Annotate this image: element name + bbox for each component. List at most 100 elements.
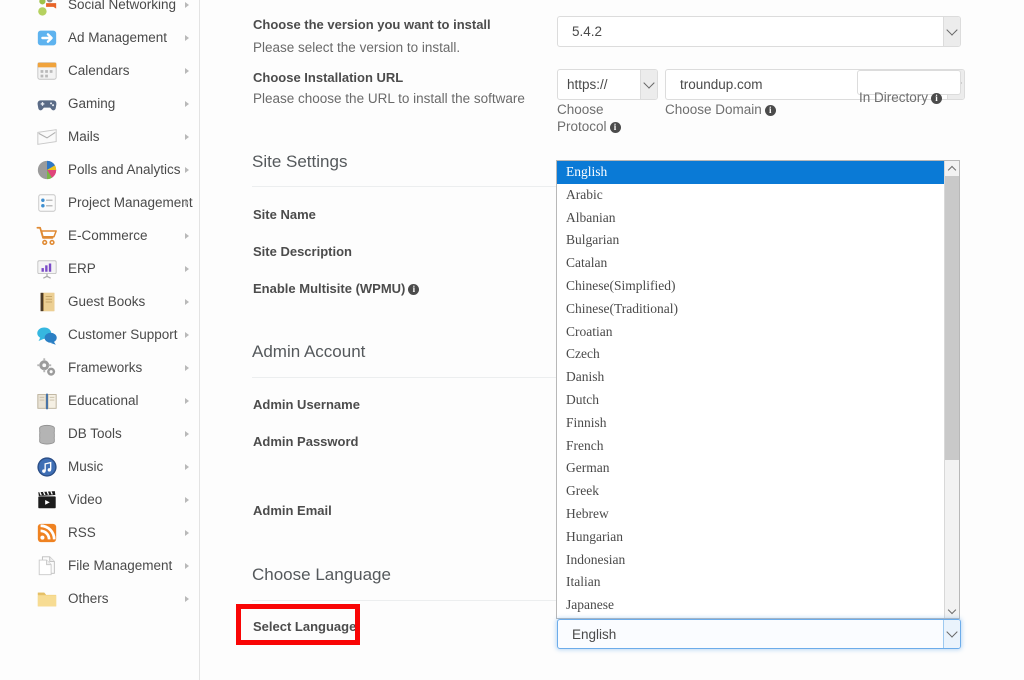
sidebar-item-label: Guest Books (68, 294, 146, 309)
sidebar-item-e-commerce[interactable]: E-Commerce (0, 219, 199, 252)
scroll-down-icon[interactable] (945, 603, 959, 618)
language-option[interactable]: Croatian (557, 321, 959, 344)
language-option[interactable]: Catalan (557, 252, 959, 275)
language-option[interactable]: Chinese(Simplified) (557, 275, 959, 298)
version-select[interactable]: 5.4.2 (557, 16, 961, 47)
language-option[interactable]: Dutch (557, 389, 959, 412)
admin-username-label: Admin Username (253, 397, 360, 412)
site-name-label: Site Name (253, 207, 316, 222)
chevron-right-icon[interactable] (185, 529, 189, 536)
info-icon[interactable]: i (609, 122, 621, 133)
sidebar-item-social-networking[interactable]: Social Networking (0, 0, 199, 21)
sidebar-item-customer-support[interactable]: Customer Support (0, 318, 199, 351)
sidebar-item-gaming[interactable]: Gaming (0, 87, 199, 120)
chevron-right-icon[interactable] (185, 232, 189, 239)
sidebar-item-label: Project Management (68, 195, 193, 210)
sidebar-item-frameworks[interactable]: Frameworks (0, 351, 199, 384)
sidebar-item-label: Mails (68, 129, 100, 144)
info-icon[interactable]: i (764, 105, 776, 116)
chevron-right-icon[interactable] (185, 595, 189, 602)
chevron-right-icon[interactable] (185, 265, 189, 272)
language-option[interactable]: English (557, 161, 959, 184)
chevron-down-icon[interactable] (943, 17, 960, 46)
sidebar-item-project-management[interactable]: Project Management (0, 186, 199, 219)
language-option[interactable]: French (557, 435, 959, 458)
language-option[interactable]: Chinese(Traditional) (557, 298, 959, 321)
database-icon (36, 423, 58, 445)
chevron-down-icon[interactable] (943, 620, 960, 648)
chevron-right-icon[interactable] (185, 496, 189, 503)
sidebar-item-guest-books[interactable]: Guest Books (0, 285, 199, 318)
info-icon[interactable]: i (931, 93, 943, 104)
sidebar-item-label: E-Commerce (68, 228, 148, 243)
language-option[interactable]: Danish (557, 366, 959, 389)
protocol-value: https:// (567, 77, 608, 92)
language-option[interactable]: German (557, 457, 959, 480)
language-dropdown-list[interactable]: English Arabic Albanian Bulgarian Catalan Chi… (556, 160, 960, 619)
language-option[interactable]: Hebrew (557, 503, 959, 526)
sidebar-item-rss[interactable]: RSS (0, 516, 199, 549)
install-url-hint: Please choose the URL to install the sof… (253, 91, 525, 106)
sidebar-item-educational[interactable]: Educational (0, 384, 199, 417)
sidebar-item-mails[interactable]: Mails (0, 120, 199, 153)
language-option[interactable]: Japanese (557, 594, 959, 617)
chevron-right-icon[interactable] (185, 364, 189, 371)
sidebar-item-polls-and-analytics[interactable]: Polls and Analytics (0, 153, 199, 186)
sidebar-item-db-tools[interactable]: DB Tools (0, 417, 199, 450)
gears-icon (36, 357, 58, 379)
info-icon[interactable]: i (408, 284, 420, 295)
language-option[interactable]: Greek (557, 480, 959, 503)
sidebar-item-video[interactable]: Video (0, 483, 199, 516)
documents-icon (36, 555, 58, 577)
language-option[interactable]: Bulgarian (557, 229, 959, 252)
protocol-select[interactable]: https:// (557, 69, 658, 100)
sidebar-item-label: Polls and Analytics (68, 162, 181, 177)
mail-icon (36, 126, 58, 148)
sidebar-item-label: Ad Management (68, 30, 168, 45)
sidebar-item-label: File Management (68, 558, 173, 573)
sidebar-item-file-management[interactable]: File Management (0, 549, 199, 582)
language-option[interactable]: Finnish (557, 412, 959, 435)
speech-bubbles-icon (36, 324, 58, 346)
chevron-right-icon[interactable] (185, 331, 189, 338)
chevron-right-icon[interactable] (185, 430, 189, 437)
chevron-right-icon[interactable] (185, 397, 189, 404)
domain-caption: Choose Domain i (665, 101, 776, 118)
choose-language-heading: Choose Language (252, 565, 391, 584)
chevron-right-icon[interactable] (185, 133, 189, 140)
language-option[interactable]: Albanian (557, 207, 959, 230)
sidebar-item-calendars[interactable]: Calendars (0, 54, 199, 87)
sidebar-item-music[interactable]: Music (0, 450, 199, 483)
enable-multisite-text: Enable Multisite (WPMU) (253, 281, 406, 296)
scrollbar-thumb[interactable] (945, 176, 959, 460)
dropdown-scrollbar[interactable] (944, 161, 959, 618)
sidebar-item-others[interactable]: Others (0, 582, 199, 615)
chevron-right-icon[interactable] (185, 166, 189, 173)
divider (252, 377, 558, 378)
language-option[interactable]: Indonesian (557, 549, 959, 572)
chevron-right-icon[interactable] (185, 100, 189, 107)
version-label: Choose the version you want to install (253, 17, 491, 32)
language-select[interactable]: English (557, 619, 961, 649)
chevron-down-icon[interactable] (640, 70, 657, 99)
language-option[interactable]: Arabic (557, 184, 959, 207)
sidebar-item-label: Video (68, 492, 103, 507)
version-hint: Please select the version to install. (253, 40, 461, 55)
scroll-up-icon[interactable] (945, 161, 959, 176)
chevron-right-icon[interactable] (185, 67, 189, 74)
chevron-right-icon[interactable] (185, 1, 189, 8)
chevron-right-icon[interactable] (185, 562, 189, 569)
book-icon (36, 291, 58, 313)
gamepad-icon (36, 93, 58, 115)
language-option[interactable]: Hungarian (557, 526, 959, 549)
language-option[interactable]: Italian (557, 571, 959, 594)
chevron-right-icon[interactable] (185, 463, 189, 470)
sidebar-item-ad-management[interactable]: Ad Management (0, 21, 199, 54)
chevron-right-icon[interactable] (185, 34, 189, 41)
language-option[interactable]: Czech (557, 343, 959, 366)
shopping-cart-icon (36, 225, 58, 247)
chevron-right-icon[interactable] (185, 298, 189, 305)
sidebar-item-erp[interactable]: ERP (0, 252, 199, 285)
chevron-right-icon[interactable] (185, 199, 189, 206)
domain-caption-text: Choose Domain (665, 102, 762, 117)
